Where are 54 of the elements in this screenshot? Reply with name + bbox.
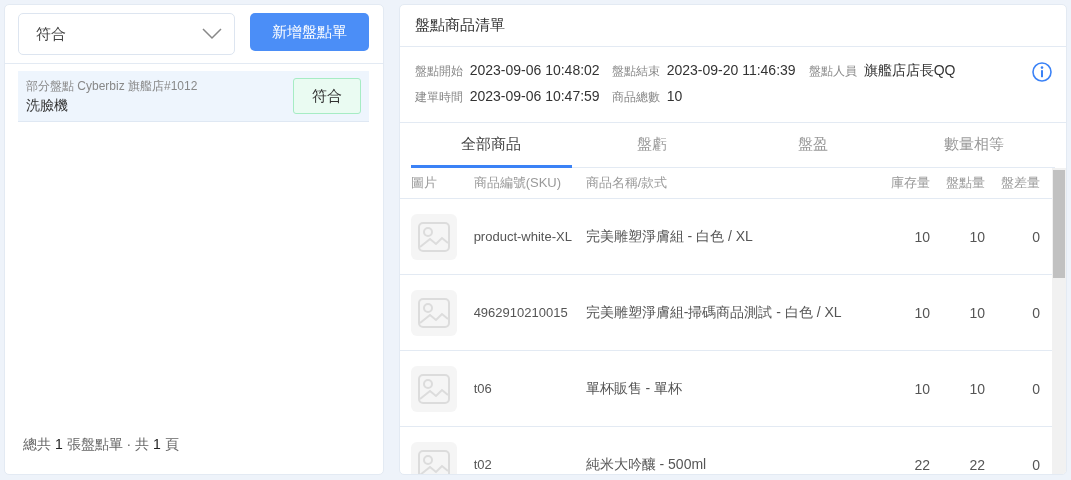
product-name-cell-text: 完美雕塑淨膚組-掃碼商品測試 - 白色 / XL (585, 303, 843, 322)
info-value: 旗艦店店長QQ (863, 62, 956, 80)
filter-tab[interactable]: 盤虧 (571, 123, 733, 168)
order-subtitle: 部分盤點 Cyberbiz 旗艦店#1012 (26, 77, 198, 95)
scrollbar[interactable] (1052, 168, 1066, 474)
panel-title: 盤點商品清單 (399, 5, 1066, 47)
quantity-cell-text: 10 (913, 304, 930, 321)
info-value: 10 (666, 88, 683, 104)
info-label: 盤點人員 (808, 63, 857, 80)
sku-cell-text: t06 (473, 381, 493, 396)
image-placeholder-icon (410, 365, 457, 412)
quantity-cell-text: 0 (1031, 380, 1040, 397)
quantity-cell-text: 0 (1031, 228, 1040, 245)
info-value: 2023-09-20 11:46:39 (666, 62, 796, 78)
column-header: 商品編號(SKU) (473, 174, 563, 192)
sku-cell-text: product-white-XL (473, 229, 573, 244)
product-name-cell-text: 純米大吟釀 - 500ml (585, 455, 708, 474)
column-header: 盤點量 (945, 174, 985, 192)
info-icon[interactable] (1032, 62, 1052, 82)
sku-cell-text: 4962910210015 (473, 305, 569, 320)
order-item[interactable]: 部分盤點 Cyberbiz 旗艦店#1012 洗臉機 符合 (18, 71, 369, 122)
quantity-cell-text: 10 (968, 380, 985, 397)
order-name: 洗臉機 (26, 96, 69, 115)
filter-tab[interactable]: 數量相等 (893, 123, 1055, 168)
new-count-button[interactable]: 新增盤點單 (249, 13, 369, 51)
chevron-down-icon (201, 28, 222, 40)
info-value: 2023-09-06 10:48:02 (469, 62, 600, 78)
pagination-summary: 總共 1 張盤點單 · 共 1 頁 (23, 436, 179, 452)
quantity-cell-text: 0 (1031, 456, 1040, 473)
status-dropdown[interactable]: 符合 (18, 13, 235, 55)
image-placeholder-icon (410, 289, 457, 336)
filter-tab[interactable]: 盤盈 (732, 123, 894, 168)
product-name-cell-text: 單杯販售 - 單杯 (585, 379, 684, 398)
quantity-cell-text: 22 (913, 456, 930, 473)
quantity-cell-text: 0 (1031, 304, 1040, 321)
column-header: 商品名稱/款式 (585, 174, 669, 192)
quantity-cell-text: 22 (968, 456, 985, 473)
quantity-cell-text: 10 (913, 228, 930, 245)
info-label: 盤點結束 (611, 63, 660, 80)
column-header: 盤差量 (1000, 174, 1040, 192)
status-badge: 符合 (292, 78, 361, 114)
info-value: 2023-09-06 10:47:59 (469, 88, 600, 104)
sku-cell-text: t02 (473, 457, 493, 472)
filter-tab[interactable]: 全部商品 (410, 123, 572, 168)
quantity-cell-text: 10 (968, 304, 985, 321)
column-header: 圖片 (410, 174, 438, 192)
quantity-cell-text: 10 (913, 380, 930, 397)
quantity-cell-text: 10 (968, 228, 985, 245)
image-placeholder-icon (410, 213, 457, 260)
info-label: 建單時間 (414, 89, 463, 106)
product-name-cell-text: 完美雕塑淨膚組 - 白色 / XL (585, 227, 754, 246)
column-header: 庫存量 (890, 174, 930, 192)
info-label: 商品總數 (611, 89, 660, 106)
info-label: 盤點開始 (414, 63, 463, 80)
